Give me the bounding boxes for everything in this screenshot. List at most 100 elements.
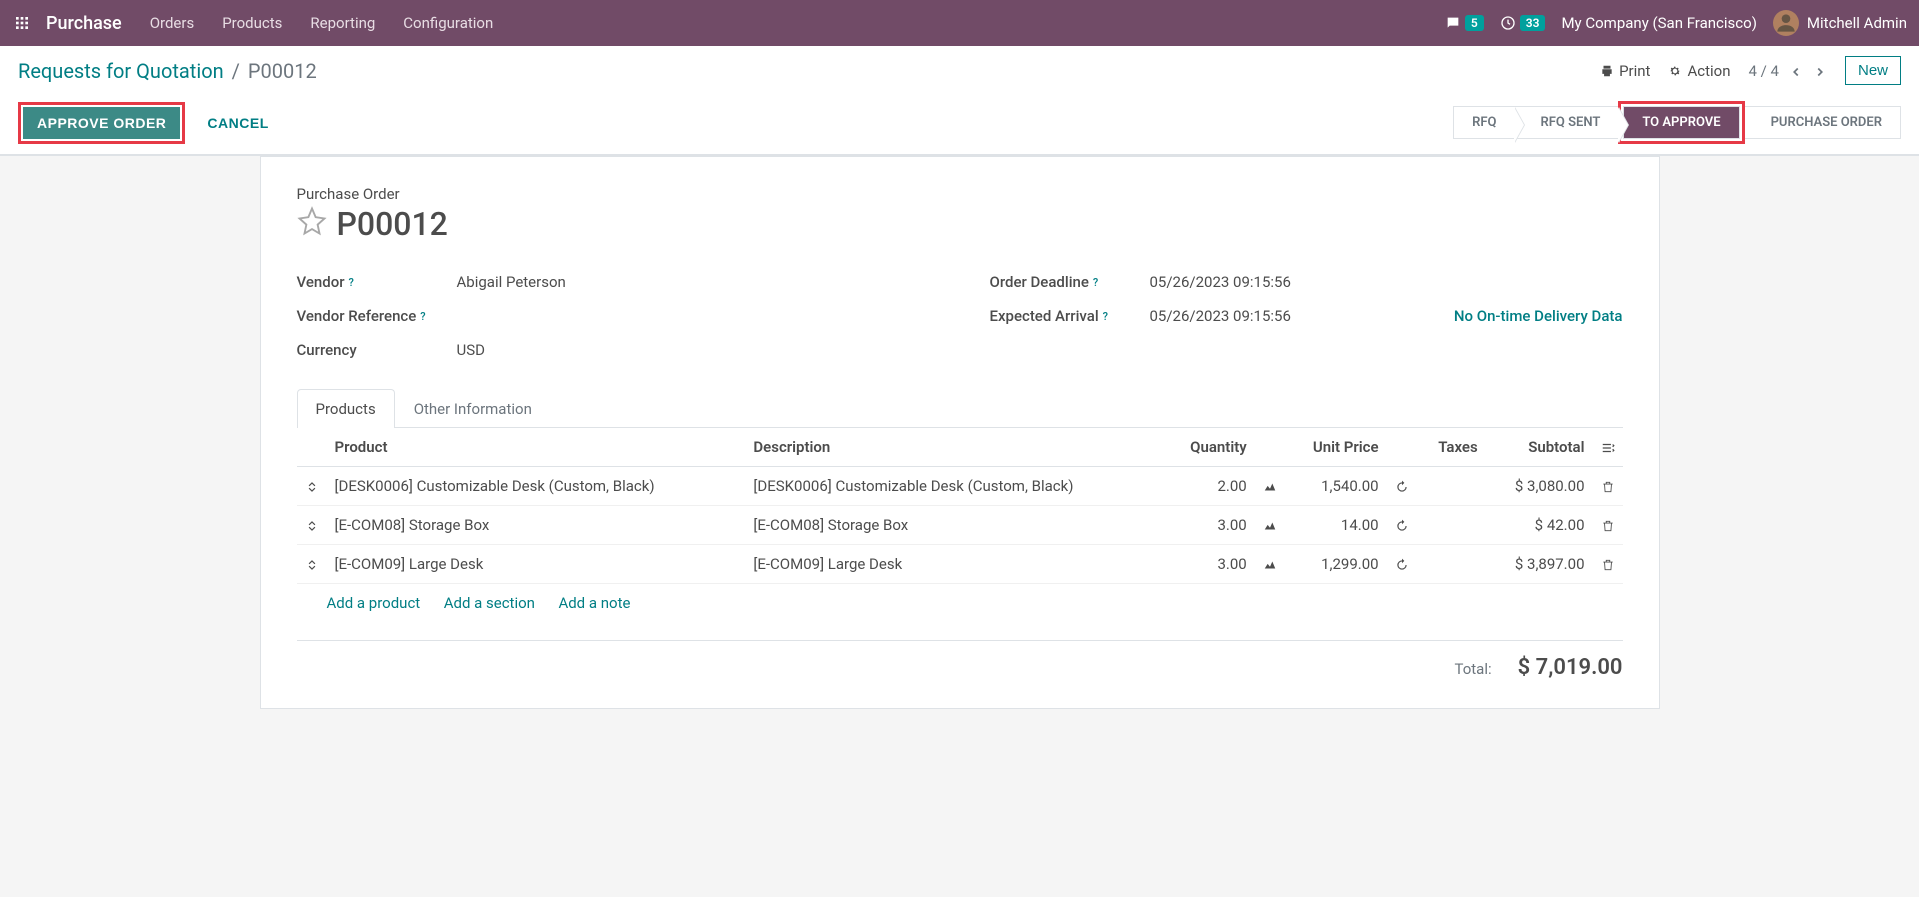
stage-to-approve[interactable]: TO APPROVE <box>1623 106 1739 139</box>
menu-reporting[interactable]: Reporting <box>310 14 375 32</box>
cell-description[interactable]: [E-COM08] Storage Box <box>745 506 1164 545</box>
sort-icon <box>305 519 319 533</box>
main-menu: Orders Products Reporting Configuration <box>150 14 494 32</box>
chart-icon <box>1263 519 1277 533</box>
table-row[interactable]: [DESK0006] Customizable Desk (Custom, Bl… <box>297 467 1623 506</box>
history-icon <box>1395 558 1409 572</box>
approve-order-button[interactable]: APPROVE ORDER <box>23 107 180 139</box>
col-unit-price: Unit Price <box>1285 428 1387 467</box>
avatar <box>1773 10 1799 36</box>
forecast-button[interactable] <box>1255 467 1285 506</box>
cell-product[interactable]: [E-COM09] Large Desk <box>327 545 746 584</box>
help-icon[interactable]: ? <box>349 276 354 289</box>
tab-products[interactable]: Products <box>297 389 395 428</box>
user-menu[interactable]: Mitchell Admin <box>1773 10 1907 36</box>
forecast-button[interactable] <box>1255 506 1285 545</box>
action-button[interactable]: Action <box>1668 62 1730 80</box>
menu-configuration[interactable]: Configuration <box>403 14 493 32</box>
approve-highlight: APPROVE ORDER <box>18 102 185 144</box>
stage-rfq-sent[interactable]: RFQ SENT <box>1514 106 1618 139</box>
messages-button[interactable]: 5 <box>1445 15 1484 31</box>
deadline-label: Order Deadline? <box>990 273 1150 291</box>
delete-row-button[interactable] <box>1593 467 1623 506</box>
activities-button[interactable]: 33 <box>1500 15 1546 31</box>
arrival-label: Expected Arrival? <box>990 307 1150 325</box>
cell-qty[interactable]: 2.00 <box>1164 467 1254 506</box>
chat-icon <box>1445 15 1461 31</box>
col-options[interactable] <box>1593 428 1623 467</box>
delete-row-button[interactable] <box>1593 545 1623 584</box>
cell-taxes[interactable] <box>1417 506 1486 545</box>
stage-rfq[interactable]: RFQ <box>1453 106 1514 139</box>
cell-qty[interactable]: 3.00 <box>1164 545 1254 584</box>
arrival-value[interactable]: 05/26/2023 09:15:56 <box>1150 307 1291 325</box>
cell-price[interactable]: 1,299.00 <box>1285 545 1387 584</box>
help-icon[interactable]: ? <box>1103 310 1108 323</box>
company-selector[interactable]: My Company (San Francisco) <box>1561 14 1756 32</box>
chart-icon <box>1263 558 1277 572</box>
table-row[interactable]: [E-COM09] Large Desk[E-COM09] Large Desk… <box>297 545 1623 584</box>
price-history-button[interactable] <box>1387 506 1417 545</box>
settings-icon <box>1601 441 1615 455</box>
sort-icon <box>305 558 319 572</box>
stage-purchase-order[interactable]: PURCHASE ORDER <box>1745 106 1901 139</box>
form-type-label: Purchase Order <box>297 185 1623 203</box>
add-note-link[interactable]: Add a note <box>558 594 630 612</box>
trash-icon <box>1601 519 1615 533</box>
help-icon[interactable]: ? <box>420 310 425 323</box>
add-section-link[interactable]: Add a section <box>444 594 535 612</box>
cell-product[interactable]: [E-COM08] Storage Box <box>327 506 746 545</box>
user-name: Mitchell Admin <box>1807 14 1907 32</box>
clock-icon <box>1500 15 1516 31</box>
cell-price[interactable]: 14.00 <box>1285 506 1387 545</box>
history-icon <box>1395 519 1409 533</box>
price-history-button[interactable] <box>1387 467 1417 506</box>
tab-other-info[interactable]: Other Information <box>395 389 551 428</box>
trash-icon <box>1601 558 1615 572</box>
delete-row-button[interactable] <box>1593 506 1623 545</box>
add-product-link[interactable]: Add a product <box>327 594 421 612</box>
help-icon[interactable]: ? <box>1093 276 1098 289</box>
cell-description[interactable]: [E-COM09] Large Desk <box>745 545 1164 584</box>
messages-badge: 5 <box>1465 15 1484 31</box>
cell-product[interactable]: [DESK0006] Customizable Desk (Custom, Bl… <box>327 467 746 506</box>
menu-orders[interactable]: Orders <box>150 14 195 32</box>
currency-value[interactable]: USD <box>457 341 485 359</box>
drag-handle[interactable] <box>297 545 327 584</box>
record-name: P00012 <box>337 205 448 243</box>
currency-label: Currency <box>297 341 457 359</box>
breadcrumb-current: P00012 <box>248 59 317 83</box>
apps-icon[interactable] <box>12 13 32 33</box>
table-row[interactable]: [E-COM08] Storage Box[E-COM08] Storage B… <box>297 506 1623 545</box>
statusbar: APPROVE ORDER CANCEL RFQ RFQ SENT TO APP… <box>0 93 1919 155</box>
price-history-button[interactable] <box>1387 545 1417 584</box>
forecast-button[interactable] <box>1255 545 1285 584</box>
form-sheet: Purchase Order P00012 Vendor? Abigail Pe… <box>260 156 1660 709</box>
breadcrumb-separator: / <box>232 59 240 83</box>
status-stages: RFQ RFQ SENT TO APPROVE PURCHASE ORDER <box>1453 101 1901 144</box>
total-label: Total: <box>1454 660 1491 678</box>
breadcrumb-parent[interactable]: Requests for Quotation <box>18 59 224 83</box>
cell-price[interactable]: 1,540.00 <box>1285 467 1387 506</box>
col-quantity: Quantity <box>1164 428 1254 467</box>
menu-products[interactable]: Products <box>222 14 282 32</box>
deadline-value[interactable]: 05/26/2023 09:15:56 <box>1150 273 1291 291</box>
cell-description[interactable]: [DESK0006] Customizable Desk (Custom, Bl… <box>745 467 1164 506</box>
print-button[interactable]: Print <box>1600 62 1650 80</box>
pager-text: 4 / 4 <box>1748 62 1779 80</box>
vendor-label: Vendor? <box>297 273 457 291</box>
cell-qty[interactable]: 3.00 <box>1164 506 1254 545</box>
vendor-value[interactable]: Abigail Peterson <box>457 273 566 291</box>
pager-next[interactable] <box>1813 61 1827 80</box>
cell-taxes[interactable] <box>1417 545 1486 584</box>
new-button[interactable]: New <box>1845 56 1901 85</box>
delivery-data-link[interactable]: No On-time Delivery Data <box>1454 307 1623 325</box>
drag-handle[interactable] <box>297 506 327 545</box>
favorite-toggle[interactable] <box>297 206 327 243</box>
history-icon <box>1395 480 1409 494</box>
drag-handle[interactable] <box>297 467 327 506</box>
cancel-button[interactable]: CANCEL <box>193 107 282 139</box>
pager-prev[interactable] <box>1789 61 1803 80</box>
app-brand[interactable]: Purchase <box>46 13 122 34</box>
cell-taxes[interactable] <box>1417 467 1486 506</box>
